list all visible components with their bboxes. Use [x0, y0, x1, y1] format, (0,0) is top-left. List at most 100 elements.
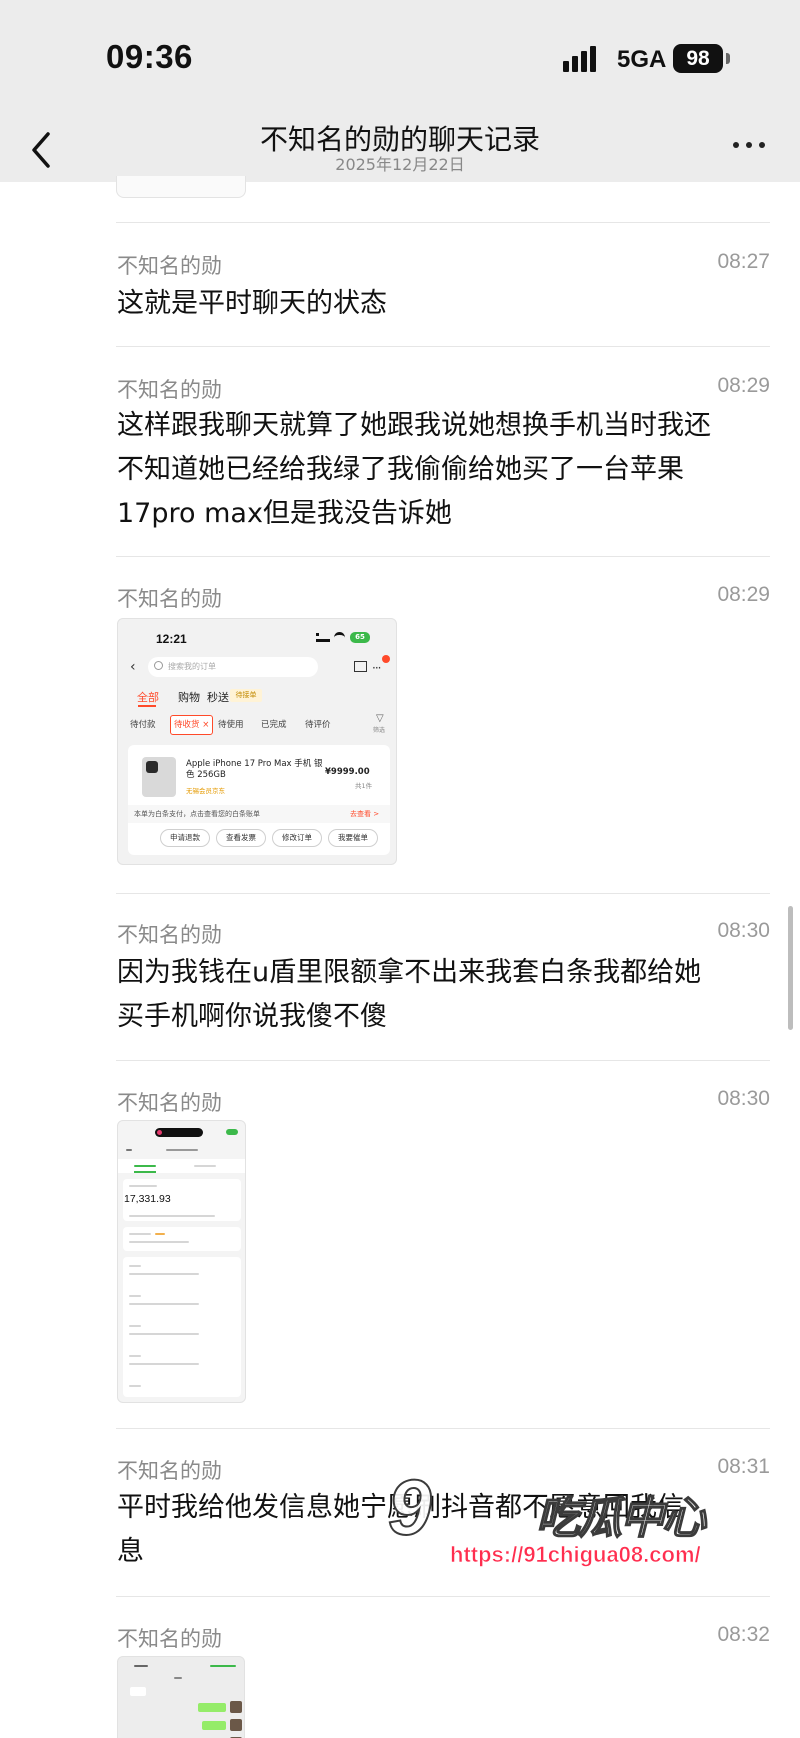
bill-row-note [129, 1273, 199, 1275]
divider [116, 346, 770, 347]
order-tab-shopping: 购物 [178, 691, 200, 704]
filter-icon: ▽ [376, 713, 384, 724]
message-time: 08:32 [717, 1623, 770, 1646]
bill-row-note [129, 1303, 199, 1305]
order-filter-chip: 待付款 [130, 720, 156, 730]
message-time: 08:30 [717, 919, 770, 942]
bill-row-note [129, 1333, 199, 1335]
order-card: Apple iPhone 17 Pro Max 手机 银色 256GB 无锡会员… [128, 745, 390, 855]
signal-icon [563, 44, 607, 72]
bill-header [124, 1143, 240, 1157]
notice-text: 本单为白条支付，点击查看您的白条账单 [134, 810, 260, 818]
payment-notice: 本单为白条支付，点击查看您的白条账单 去查看 > [128, 805, 390, 823]
bill-total-label [129, 1185, 157, 1187]
message-sender: 不知名的勋 [117, 378, 222, 402]
message-time: 08:27 [717, 250, 770, 273]
message-time: 08:29 [717, 374, 770, 397]
message-time: 08:30 [717, 1087, 770, 1110]
product-thumbnail [142, 757, 176, 797]
notification-badge [382, 655, 390, 663]
bill-row-title [129, 1265, 141, 1267]
order-search-box: 搜索我的订单 [148, 657, 318, 677]
message-sender: 不知名的勋 [117, 587, 222, 611]
signal-icon [316, 633, 330, 642]
gift-icon [354, 661, 367, 672]
camera-icon [146, 761, 158, 773]
chat-bubble-received [130, 1687, 146, 1696]
bill-row-note [129, 1363, 199, 1365]
more-icon[interactable] [733, 140, 767, 152]
message-text[interactable]: 这就是平时聊天的状态 [117, 282, 767, 326]
bill-row-tag [155, 1233, 165, 1235]
message-line: 因为我钱在u盾里限额拿不出来我套白条我都给她 [117, 957, 702, 988]
wifi-icon [334, 632, 345, 643]
order-tag: 待接单 [230, 689, 262, 702]
tab-underline [134, 1171, 156, 1173]
order-shot-status-icons: 65 [316, 632, 370, 644]
product-quantity: 共1件 [355, 782, 373, 790]
bill-screenshot-image[interactable]: 17,331.93 [117, 1120, 246, 1403]
back-icon [126, 1149, 132, 1151]
search-placeholder: 搜索我的订单 [168, 662, 216, 671]
product-name: Apple iPhone 17 Pro Max 手机 银色 256GB [186, 759, 323, 780]
bill-row-title [129, 1233, 151, 1235]
bill-tab [194, 1165, 216, 1167]
message-line: 不知道她已经给我绿了我偷偷给她买了一台苹果 [117, 454, 684, 485]
watermark-logo: 9 吃瓜中心 https://91chigua08.com/ [387, 1462, 718, 1572]
recording-dot [157, 1130, 162, 1135]
refund-button: 申请退款 [160, 829, 210, 847]
bill-total-note [129, 1215, 215, 1217]
bill-row-title [129, 1325, 141, 1327]
message-text[interactable]: 因为我钱在u盾里限额拿不出来我套白条我都给她 买手机啊你说我傻不傻 [117, 951, 767, 1039]
bill-row-title [129, 1355, 141, 1357]
tab-underline [138, 705, 156, 707]
divider [116, 1060, 770, 1061]
chat-bubble-sent [198, 1703, 226, 1712]
search-icon [154, 661, 163, 670]
order-filter-chip: 待评价 [305, 720, 331, 730]
battery-tip [726, 53, 730, 64]
scrollbar[interactable] [788, 906, 793, 1030]
status-time: 09:36 [106, 38, 193, 75]
watermark-text: 吃瓜中心 [535, 1493, 707, 1544]
divider [116, 1596, 770, 1597]
dynamic-island [155, 1128, 203, 1137]
battery-icon [226, 1129, 238, 1135]
chat-avatar [230, 1701, 242, 1713]
previous-image-card[interactable] [116, 176, 246, 198]
chat-avatar [230, 1719, 242, 1731]
network-label: 5GA [617, 46, 667, 73]
bill-row-note [129, 1241, 189, 1243]
divider [116, 556, 770, 557]
back-icon: ‹ [130, 659, 136, 675]
watermark-url: https://91chigua08.com/ [450, 1542, 701, 1568]
message-sender: 不知名的勋 [117, 1627, 222, 1651]
order-tab-express: 秒送 [207, 691, 229, 704]
filter-label: 筛选 [373, 727, 386, 734]
divider [116, 893, 770, 894]
bill-row-title [129, 1385, 141, 1387]
invoice-button: 查看发票 [216, 829, 266, 847]
product-price: ¥9999.00 [325, 767, 370, 777]
battery-icon: 65 [350, 632, 370, 643]
message-time: 08:29 [717, 583, 770, 606]
message-sender: 不知名的勋 [117, 254, 222, 278]
chat-bubble-sent [202, 1721, 226, 1730]
bill-total-amount: 17,331.93 [124, 1193, 171, 1205]
bill-row-title [129, 1295, 141, 1297]
product-tag: 无锡会员京东 [186, 787, 225, 795]
status-bar: 09:36 5GA 98 [0, 0, 800, 118]
order-filter-chip: 已完成 [261, 720, 287, 730]
order-filter-chip-active: 待收货 × [170, 715, 214, 735]
chat-shot-status [210, 1665, 236, 1667]
battery-icon: 98 [673, 44, 723, 73]
order-screenshot-image[interactable]: 12:21 65 ‹ 搜索我的订单 ··· 全部 购物 秒送 待接单 待付款 待… [117, 618, 397, 865]
watermark-number: 9 [387, 1462, 432, 1552]
message-sender: 不知名的勋 [117, 1091, 222, 1115]
message-line: 17pro max但是我没告诉她 [117, 498, 452, 529]
nav-bar: 不知名的勋的聊天记录 2025年12月22日 [0, 118, 800, 182]
bill-title-line [166, 1149, 198, 1151]
bill-tab-active [134, 1165, 156, 1167]
chat-screenshot-image[interactable] [117, 1656, 245, 1738]
message-text[interactable]: 这样跟我聊天就算了她跟我说她想换手机当时我还 不知道她已经给我绿了我偷偷给她买了… [117, 404, 767, 536]
